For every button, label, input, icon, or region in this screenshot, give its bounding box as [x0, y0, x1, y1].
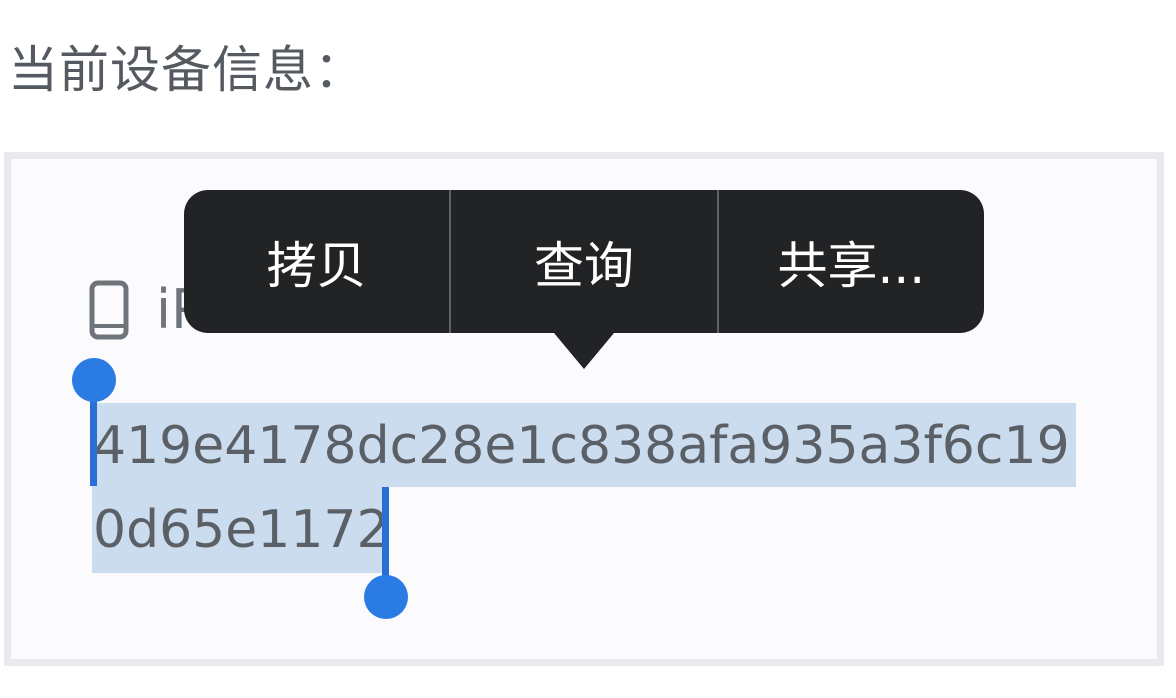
- edit-context-menu: 拷贝 查询 共享...: [184, 190, 984, 333]
- selection-start-handle[interactable]: [72, 358, 116, 402]
- smartphone-icon: [89, 280, 129, 340]
- copy-menu-item[interactable]: 拷贝: [184, 190, 452, 333]
- share-menu-item[interactable]: 共享...: [719, 190, 984, 333]
- lookup-menu-item[interactable]: 查询: [451, 190, 719, 333]
- context-menu-pointer: [554, 333, 614, 369]
- section-title: 当前设备信息：: [8, 41, 365, 99]
- selection-end-handle[interactable]: [364, 575, 408, 619]
- device-info-screen: 当前设备信息： iPhone 419e4178dc28e1c838afa935a…: [0, 0, 1176, 698]
- device-token-text[interactable]: 419e4178dc28e1c838afa935a3f6c190d65e1172: [93, 404, 1083, 572]
